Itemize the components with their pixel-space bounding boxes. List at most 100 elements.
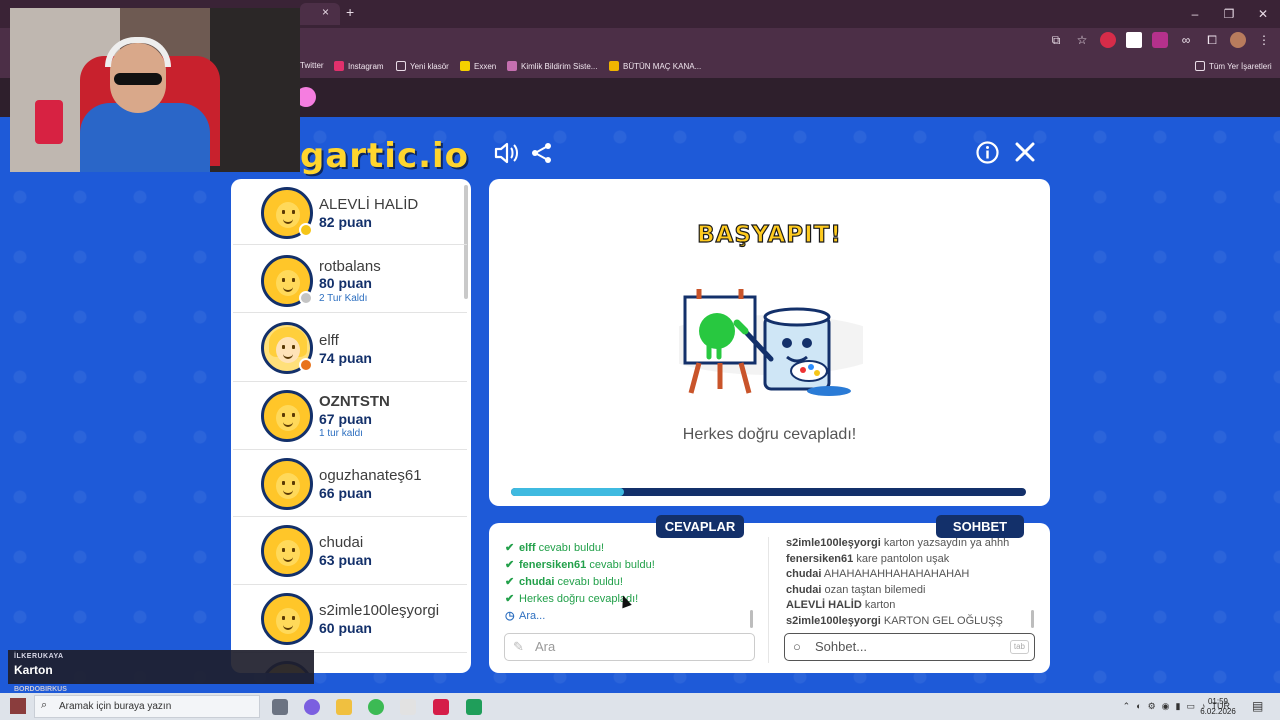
profile-avatar[interactable] <box>1230 32 1246 48</box>
task-view-icon[interactable] <box>272 699 288 715</box>
answer-input[interactable]: ✎ Ara <box>504 633 755 661</box>
pencil-icon: ✎ <box>513 639 524 654</box>
chrome-icon[interactable] <box>368 699 384 715</box>
bookmark-star-icon[interactable]: ☆ <box>1074 32 1090 48</box>
answer-user: elff <box>519 542 536 554</box>
player-name: OZNTSTN <box>319 393 390 410</box>
chat-text: KARTON GEL OĞLUŞŞ <box>883 614 1003 627</box>
app-icon[interactable] <box>466 699 482 715</box>
player-row[interactable]: oguzhanateş61 66 puan <box>233 450 467 517</box>
chat-message: chudai ozan taştan bilemedi <box>786 583 1031 599</box>
player-name: oguzhanateş61 <box>319 467 422 484</box>
player-name: chudai <box>319 534 364 551</box>
extension-icon[interactable] <box>1152 32 1168 48</box>
answers-scrollbar[interactable] <box>750 610 753 628</box>
sound-icon[interactable] <box>493 141 519 170</box>
webcam-overlay <box>10 8 300 172</box>
mic-icon[interactable]: ▮ <box>1176 701 1181 712</box>
extension-icon[interactable]: ∞ <box>1178 32 1194 48</box>
answer-line: ✔ chudai cevabı buldu! <box>505 574 755 591</box>
site-icon <box>609 61 619 71</box>
start-button[interactable] <box>10 698 26 714</box>
tab-close-icon[interactable]: × <box>322 5 329 19</box>
tray-icon[interactable]: ◉ <box>1162 701 1170 712</box>
round-message: Herkes doğru cevapladı! <box>682 426 857 443</box>
answer-line: ◷ Ara... <box>505 608 755 625</box>
close-window-button[interactable]: ✕ <box>1246 0 1280 28</box>
bookmark-folder[interactable]: Yeni klasör <box>396 61 449 71</box>
tray-icon[interactable]: ◐ <box>1136 701 1141 712</box>
tab-chat[interactable]: SOHBET <box>936 515 1024 538</box>
round-result-title: BAŞYAPIT! <box>697 221 842 248</box>
answer-user: chudai <box>519 576 555 588</box>
menu-dots-icon[interactable]: ⋮ <box>1256 32 1272 48</box>
answer-line <box>505 531 755 540</box>
chat-log: s2imle100leşyorgi karton yazsaydın ya ah… <box>786 536 1031 630</box>
player-score: 63 puan <box>319 552 372 568</box>
taskbar-search[interactable]: ⌕ Aramak için buraya yazın <box>34 695 260 718</box>
notification-icon[interactable]: ▤ <box>1252 699 1263 713</box>
clock-time: 01:59 <box>1207 697 1229 706</box>
player-row[interactable]: OZNTSTN 67 puan 1 tur kaldı <box>233 382 467 450</box>
browser-tab[interactable] <box>300 3 340 25</box>
new-tab-button[interactable]: + <box>346 4 354 20</box>
chat-text: ozan taştan bilemedi <box>824 583 926 596</box>
exxen-icon <box>460 61 470 71</box>
player-score: 82 puan <box>319 214 372 230</box>
bookmark-label: Yeni klasör <box>410 61 449 71</box>
chat-user: s2imle100leşyorgi <box>786 614 881 627</box>
app-icon[interactable] <box>400 699 416 715</box>
player-row[interactable]: elff 74 puan <box>233 313 467 382</box>
extensions-puzzle-icon[interactable]: ⧠ <box>1204 32 1220 48</box>
chat-scrollbar[interactable] <box>1031 610 1034 628</box>
player-badge <box>299 223 313 237</box>
all-bookmarks[interactable]: Tüm Yer İşaretleri <box>1195 61 1272 71</box>
check-icon: ✔ <box>505 593 515 605</box>
chevron-up-icon[interactable]: ⌃ <box>1123 701 1131 712</box>
app-icon[interactable] <box>433 699 449 715</box>
nameplate-label: İLKERUKAYA <box>14 653 64 660</box>
bookmark-mac[interactable]: BÜTÜN MAÇ KANA... <box>609 61 701 71</box>
player-score: 80 puan <box>319 275 372 291</box>
tray-icon[interactable]: ⚙ <box>1148 701 1156 712</box>
player-row[interactable]: ALEVLİ HALİD 82 puan <box>233 179 467 245</box>
bookmark-label: Kimlik Bildirim Siste... <box>521 61 598 71</box>
copilot-icon[interactable] <box>304 699 320 715</box>
bookmark-label: Instagram <box>348 61 384 71</box>
extension-icon[interactable] <box>1126 32 1142 48</box>
player-name: s2imle100leşyorgi <box>319 602 440 619</box>
install-app-icon[interactable]: ⧉ <box>1048 32 1064 48</box>
answer-line: ✔ fenersiken61 cevabı buldu! <box>505 557 755 574</box>
bookmark-label: Exxen <box>474 61 497 71</box>
players-list: ALEVLİ HALİD 82 puan rotbalans 80 puan 2… <box>231 179 471 673</box>
close-icon[interactable] <box>1015 142 1035 167</box>
share-icon[interactable] <box>531 142 553 169</box>
player-row[interactable]: rotbalans 80 puan 2 Tur Kaldı <box>233 245 467 313</box>
player-row[interactable]: chudai 63 puan <box>233 517 467 585</box>
chat-message: ALEVLİ HALİD karton <box>786 598 1031 614</box>
answer-text: cevabı buldu! <box>538 542 604 554</box>
restore-button[interactable]: ❐ <box>1212 0 1246 28</box>
minimize-button[interactable]: – <box>1178 0 1212 28</box>
file-explorer-icon[interactable] <box>336 699 352 715</box>
bookmark-twitter[interactable]: Twitter <box>300 61 324 70</box>
bookmark-kimlik[interactable]: Kimlik Bildirim Siste... <box>507 61 597 71</box>
info-icon[interactable] <box>976 141 999 169</box>
bookmark-instagram[interactable]: Instagram <box>334 61 384 71</box>
network-icon[interactable]: ▭ <box>1186 701 1195 712</box>
chat-user: ALEVLİ HALİD <box>786 599 862 611</box>
chat-message: chudai AHAHAHAHHAHAHAHAHAH <box>786 567 1031 583</box>
clock[interactable]: 01:59 6.02.2026 <box>1198 697 1238 717</box>
extension-icon[interactable] <box>1100 32 1116 48</box>
bookmark-exxen[interactable]: Exxen <box>460 61 496 71</box>
player-avatar <box>261 593 313 645</box>
player-badge <box>299 358 313 372</box>
answer-user: fenersiken61 <box>519 559 587 571</box>
player-row[interactable]: s2imle100leşyorgi 60 puan <box>233 585 467 653</box>
panel-divider <box>768 537 769 663</box>
answer-line: ✔ elff cevabı buldu! <box>505 540 755 557</box>
player-avatar <box>261 390 313 442</box>
link-icon <box>507 61 517 71</box>
chat-input[interactable]: ○ Sohbet... tab <box>784 633 1035 661</box>
round-progress-fill <box>511 488 625 496</box>
